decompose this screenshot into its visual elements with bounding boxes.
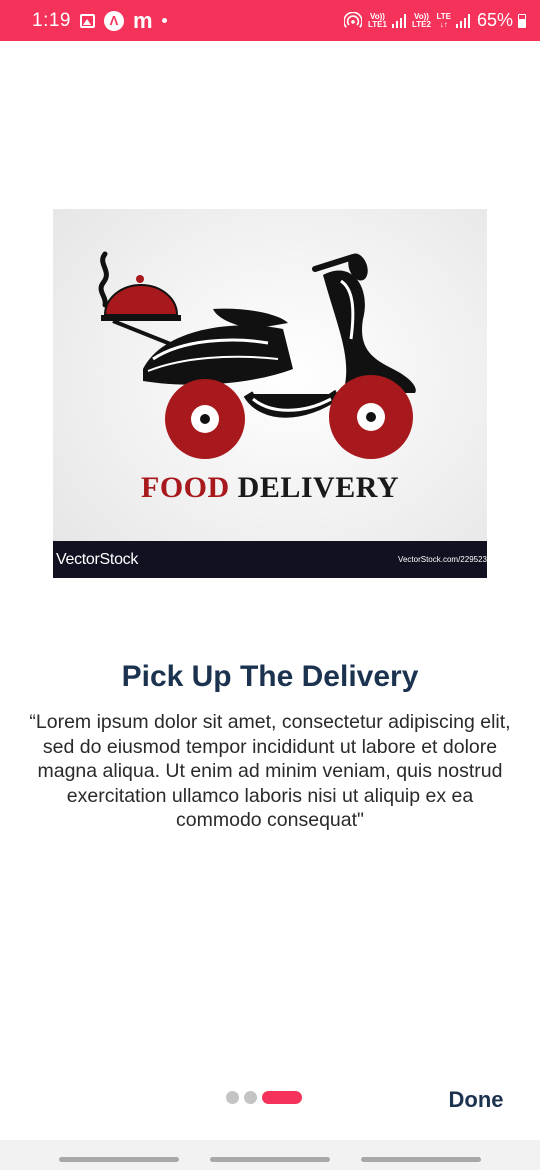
done-button[interactable]: Done (440, 1084, 512, 1116)
delivery-scooter-icon (98, 251, 416, 459)
notification-dot-icon (161, 18, 167, 23)
watermark-bar: VectorStock VectorStock.com/229523 (53, 541, 487, 578)
page-dot-2[interactable] (244, 1091, 257, 1104)
onboarding-description: “Lorem ipsum dolor sit amet, consectetur… (29, 711, 511, 831)
lte-arrows-icon: LTE ↓↑ (436, 11, 451, 29)
page-indicator (226, 1091, 302, 1104)
network-1-label: Vo)) LTE1 (367, 11, 387, 29)
logo-word-food: FOOD (141, 471, 230, 504)
page-dot-3-active[interactable] (262, 1091, 302, 1104)
navigation-bar (0, 1140, 540, 1170)
hotspot-icon (344, 11, 363, 30)
status-time: 1:19 (32, 9, 71, 31)
food-delivery-illustration: FOOD DELIVERY VectorStock VectorStock.co… (53, 209, 487, 578)
page-dot-1[interactable] (226, 1091, 239, 1104)
m-app-icon: m (132, 7, 153, 33)
home-nav-button[interactable] (210, 1157, 330, 1162)
back-nav-button[interactable] (361, 1157, 481, 1162)
signal-icon (455, 13, 470, 28)
battery-percent: 65% (476, 10, 513, 30)
a-app-icon: Λ (103, 10, 124, 31)
recents-nav-button[interactable] (59, 1157, 179, 1162)
network-2-label: Vo)) LTE2 (411, 11, 431, 29)
onboarding-screen: 1:19 Λ m Vo)) LTE1 Vo)) LTE2 LTE ↓↑ 65% … (0, 0, 540, 1170)
watermark-brand: VectorStock (56, 550, 139, 568)
signal-icon (392, 13, 407, 28)
gallery-icon (79, 13, 95, 28)
status-bar: 1:19 Λ m Vo)) LTE1 Vo)) LTE2 LTE ↓↑ 65% (0, 0, 540, 41)
onboarding-title: Pick Up The Delivery (121, 660, 419, 693)
logo-word-delivery: DELIVERY (237, 471, 399, 504)
watermark-url: VectorStock.com/229523 (398, 555, 487, 564)
battery-icon (518, 13, 526, 28)
logo-text: FOOD DELIVERY (53, 471, 487, 505)
